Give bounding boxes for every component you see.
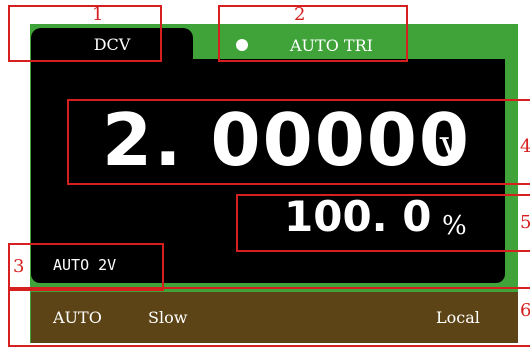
callout-number-2: 2 xyxy=(294,4,306,25)
callout-box-1 xyxy=(8,5,162,62)
callout-number-3: 3 xyxy=(13,256,25,277)
callout-number-5: 5 xyxy=(520,212,530,233)
callout-box-3 xyxy=(8,243,164,291)
callout-box-4 xyxy=(67,99,530,185)
callout-box-5 xyxy=(236,194,530,252)
callout-box-2 xyxy=(218,5,408,62)
callout-number-6: 6 xyxy=(520,300,530,321)
callout-box-6 xyxy=(8,287,530,347)
callout-number-1: 1 xyxy=(92,4,104,25)
callout-number-4: 4 xyxy=(520,136,530,157)
